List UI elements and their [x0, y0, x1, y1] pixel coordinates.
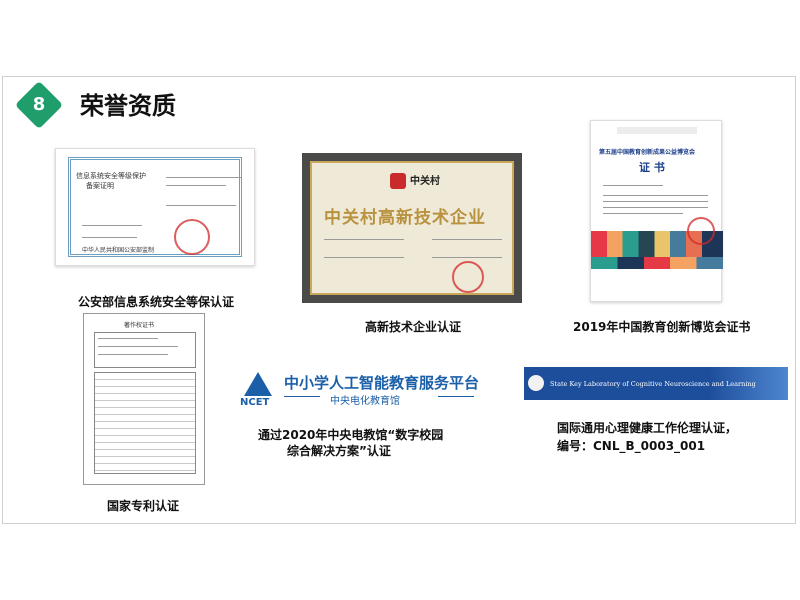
- security-certificate-image: 信息系统安全等级保护 备案证明 中华人民共和国公安部监制: [55, 148, 255, 266]
- ncet-logo-text: NCET: [240, 397, 270, 408]
- patent-caption: 国家专利认证: [107, 499, 180, 513]
- ncet-logo-image: NCET 中小学人工智能教育服务平台 中央电化教育馆: [238, 370, 488, 412]
- ncet-caption-line2: 综合解决方案”认证: [287, 444, 391, 458]
- hightech-caption: 高新技术企业认证: [365, 320, 462, 334]
- ethics-banner-text: State Key Laboratory of Cognitive Neuros…: [550, 380, 756, 388]
- page-title: 荣誉资质: [80, 92, 176, 120]
- hightech-certificate-image: 中关村 中关村高新技术企业: [302, 153, 522, 303]
- expo-heading: 证 书: [639, 161, 665, 174]
- patent-header: 著作权证书: [124, 322, 155, 329]
- security-issuer: 中华人民共和国公安部监制: [82, 247, 155, 254]
- security-doc-title: 信息系统安全等级保护: [76, 172, 146, 180]
- expo-title: 第五届中国教育创新成果公益博览会: [599, 149, 696, 156]
- security-doc-subtitle: 备案证明: [86, 182, 114, 190]
- security-caption: 公安部信息系统安全等保认证: [78, 295, 235, 309]
- expo-caption: 2019年中国教育创新博览会证书: [573, 320, 751, 334]
- ncet-platform-name: 中小学人工智能教育服务平台: [284, 374, 480, 392]
- ethics-caption-line1: 国际通用心理健康工作伦理认证，: [557, 421, 738, 435]
- ncet-org-name: 中央电化教育馆: [330, 396, 400, 407]
- hightech-banner: 中关村高新技术企业: [324, 208, 486, 228]
- ncet-caption-line1: 通过2020年中央电教馆“数字校园: [258, 428, 444, 442]
- ethics-banner-image: State Key Laboratory of Cognitive Neuros…: [524, 367, 788, 400]
- ethics-caption-line2: 编号：CNL_B_0003_001: [557, 439, 706, 453]
- hightech-logo-text: 中关村: [410, 176, 440, 187]
- patent-certificate-image: 著作权证书: [83, 313, 205, 485]
- expo-certificate-image: 第五届中国教育创新成果公益博览会 证 书: [590, 120, 723, 302]
- section-number: 8: [32, 94, 46, 115]
